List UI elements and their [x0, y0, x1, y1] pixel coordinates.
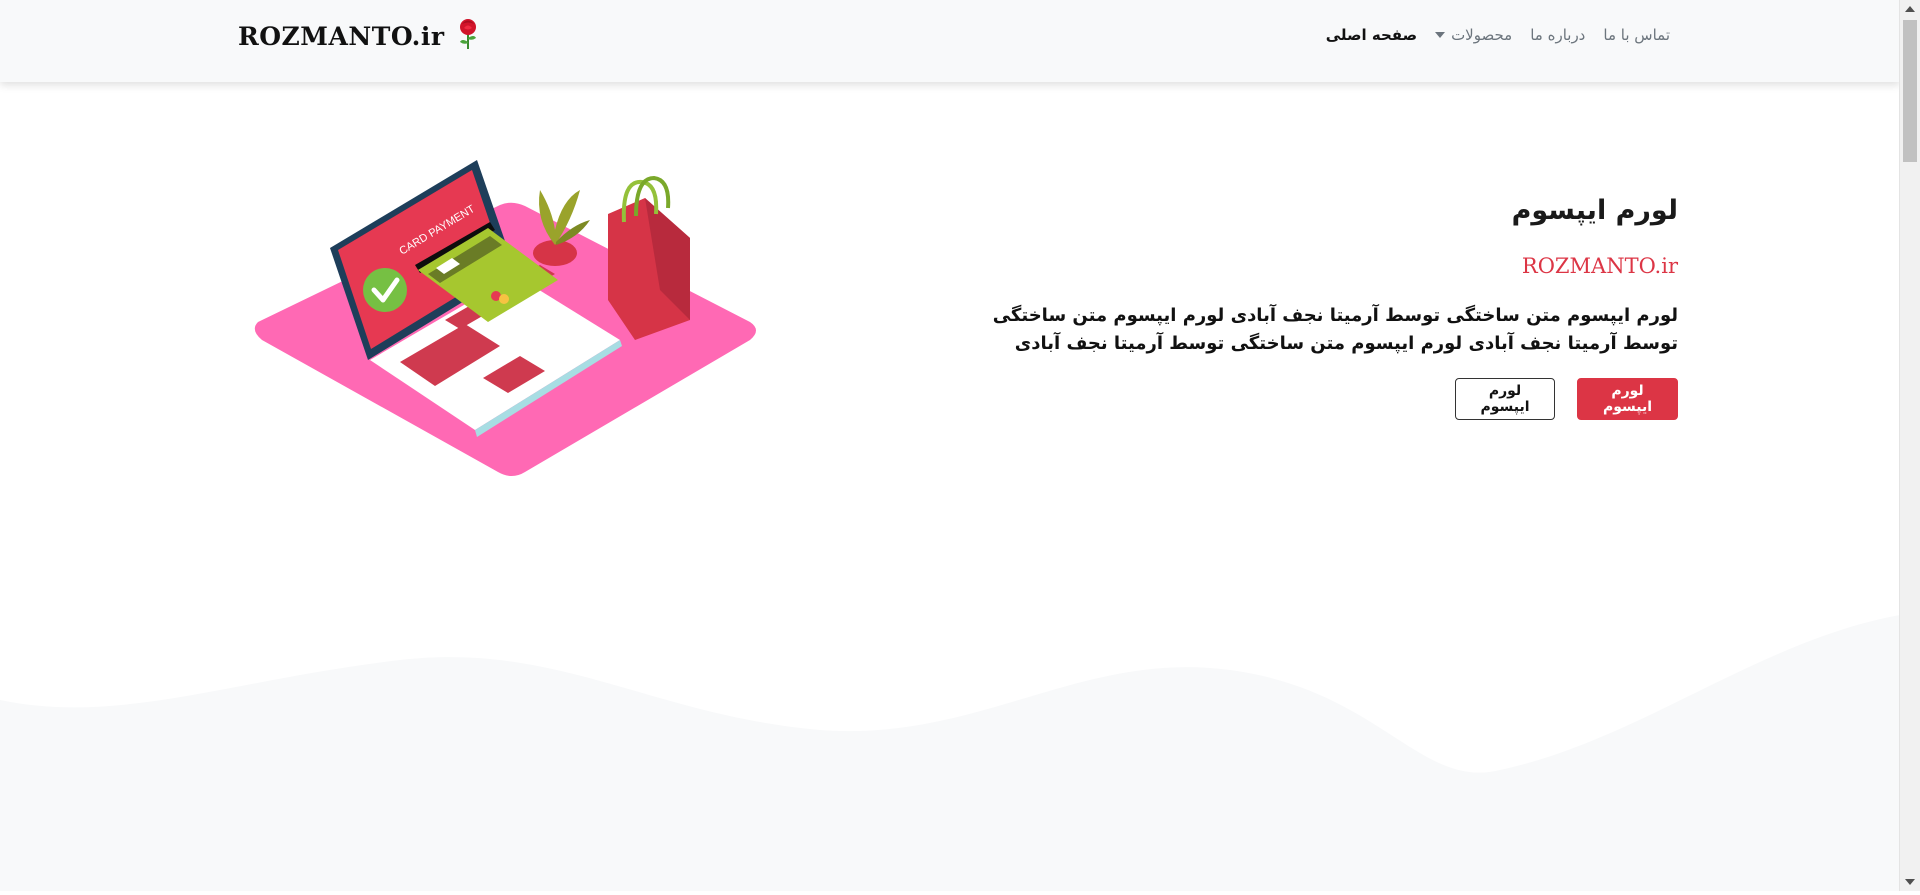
brand-name: ROZMANTO.ir: [238, 21, 445, 51]
rose-icon: [455, 18, 481, 54]
secondary-cta-button[interactable]: لورم ایپسوم: [1455, 378, 1555, 420]
navbar: ROZMANTO.ir صفحه اصلی محصولات درباره ما …: [0, 0, 1900, 82]
nav-contact-label: تماس با ما: [1603, 26, 1670, 44]
wave-divider: [0, 600, 1900, 895]
primary-cta-button[interactable]: لورم ایپسوم: [1577, 378, 1678, 420]
caret-down-icon: [1435, 32, 1446, 38]
nav-contact[interactable]: تماس با ما: [1603, 26, 1670, 44]
hero-subtitle: ROZMANTO.ir: [1521, 254, 1678, 278]
hero-title: لورم ایپسوم: [1511, 195, 1678, 226]
scroll-up-arrow-icon[interactable]: [1905, 6, 1915, 12]
nav-about[interactable]: درباره ما: [1530, 26, 1585, 44]
nav-home[interactable]: صفحه اصلی: [1326, 26, 1417, 44]
nav-products-label: محصولات: [1451, 26, 1513, 44]
nav-home-label: صفحه اصلی: [1325, 26, 1418, 44]
nav-about-label: درباره ما: [1530, 26, 1586, 44]
card-payment-illustration: CARD PAYMENT: [250, 150, 770, 484]
hero-buttons: لورم ایپسوم لورم ایپسوم: [978, 378, 1678, 420]
nav-products-dropdown[interactable]: محصولات: [1435, 26, 1512, 44]
page-scrollbar[interactable]: [1899, 0, 1920, 891]
scroll-down-arrow-icon[interactable]: [1905, 879, 1915, 885]
hero-section: لورم ایپسوم ROZMANTO.ir لورم ایپسوم متن …: [978, 195, 1678, 420]
scrollbar-thumb[interactable]: [1903, 20, 1917, 162]
main-nav: صفحه اصلی محصولات درباره ما تماس با ما: [1326, 26, 1670, 44]
hero-description: لورم ایپسوم متن ساختگی توسط آرمیتا نجف آ…: [992, 305, 1678, 354]
brand-link[interactable]: ROZMANTO.ir: [238, 18, 481, 54]
